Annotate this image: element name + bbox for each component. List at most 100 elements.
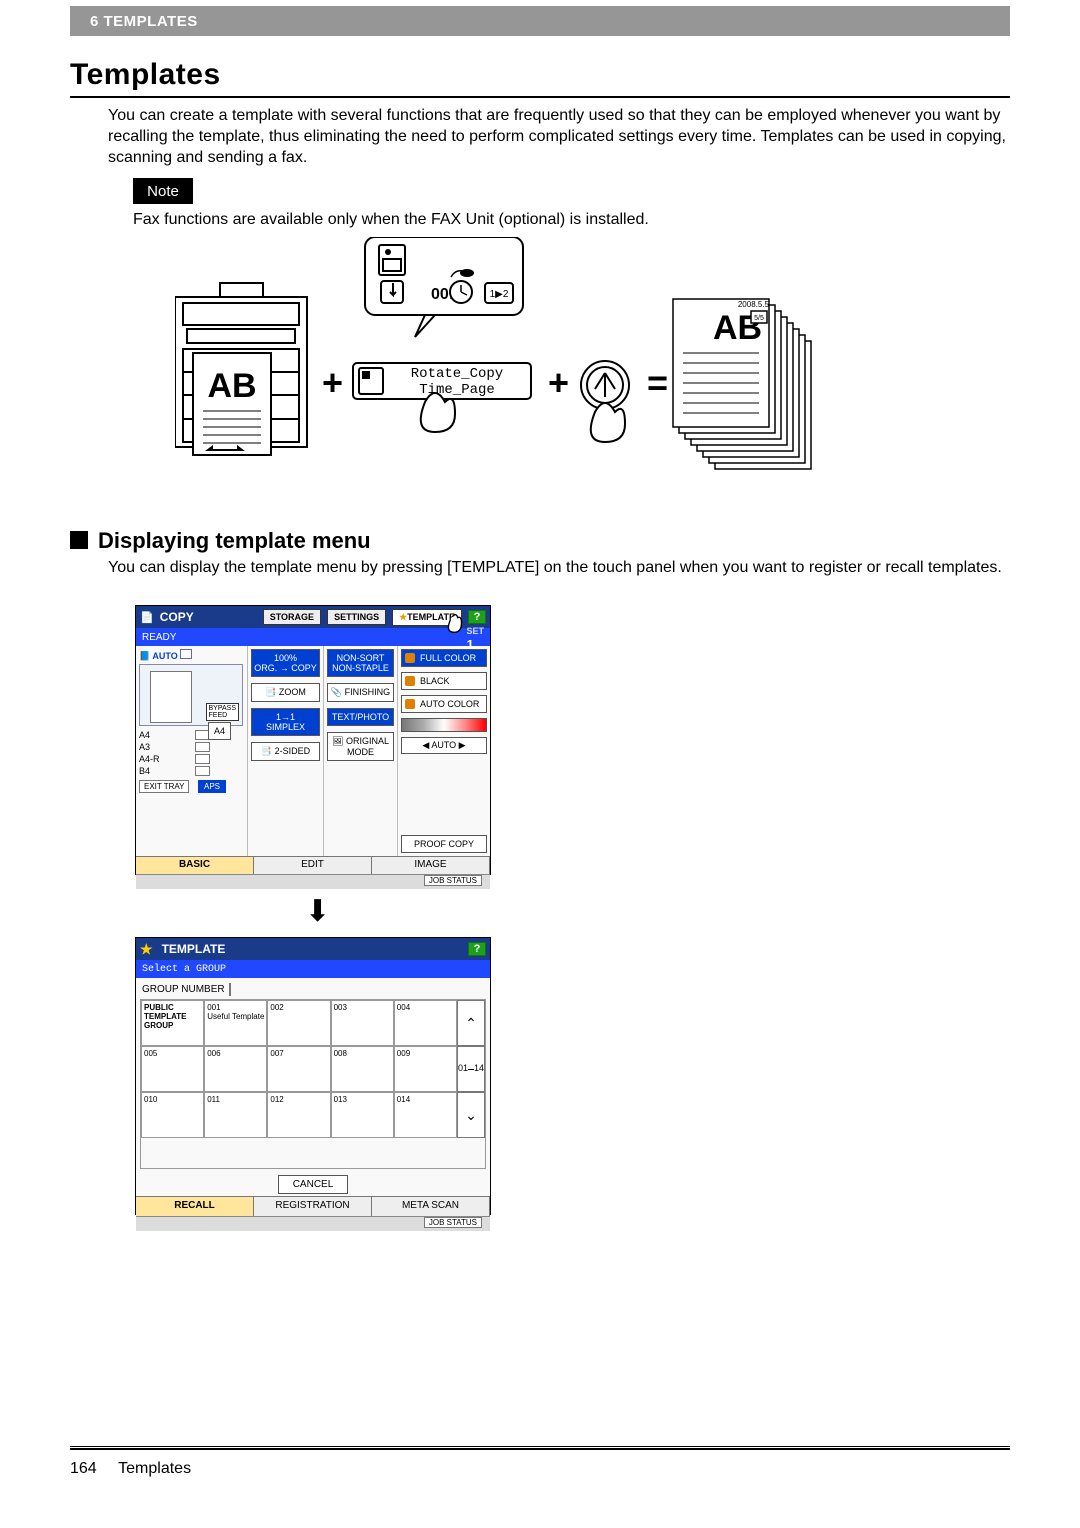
- proof-copy-button[interactable]: PROOF COPY: [401, 835, 487, 853]
- help-button[interactable]: ?: [468, 942, 486, 956]
- document-placeholder-text: AB: [207, 367, 256, 405]
- square-bullet-icon: [70, 531, 88, 549]
- paper-source-diagram[interactable]: [139, 664, 243, 726]
- subtitle: Select a GROUP: [142, 964, 226, 975]
- plus-icon: +: [548, 362, 569, 403]
- document-icon: 📄: [140, 611, 154, 624]
- group-number-label: GROUP NUMBER: [142, 984, 225, 995]
- group-cell-001[interactable]: 001Useful Template: [204, 1000, 267, 1046]
- simplex-display: 1→1 SIMPLEX: [251, 708, 320, 736]
- sort-display: NON-SORTNON-STAPLE: [327, 649, 394, 677]
- section-heading-text: Displaying template menu: [98, 528, 371, 553]
- svg-text:5/5: 5/5: [754, 315, 764, 322]
- exit-tray-button[interactable]: EXIT TRAY: [139, 780, 189, 793]
- arrow-down-icon: ⬇: [305, 894, 330, 929]
- note-badge: Note: [133, 178, 193, 204]
- note-text: Fax functions are available only when th…: [133, 211, 993, 229]
- registration-tab[interactable]: REGISTRATION: [254, 1196, 372, 1216]
- template-tab[interactable]: ★TEMPLATE: [392, 609, 462, 626]
- panel-title: TEMPLATE: [162, 942, 226, 956]
- footer-title: Templates: [118, 1460, 191, 1477]
- group-cell-013[interactable]: 013: [331, 1092, 394, 1138]
- group-cell-006[interactable]: 006: [204, 1046, 267, 1092]
- auto-density-button[interactable]: ◀ AUTO ▶: [401, 737, 487, 754]
- equals-icon: =: [647, 362, 668, 403]
- touchpanel-copy-screen: 📄 COPY STORAGE SETTINGS ★TEMPLATE ? READ…: [135, 605, 491, 875]
- page-number: 164: [70, 1460, 114, 1478]
- intro-paragraph: You can create a template with several f…: [108, 106, 1010, 168]
- group-cell-008[interactable]: 008: [331, 1046, 394, 1092]
- edit-tab[interactable]: EDIT: [254, 856, 372, 874]
- color-column: FULL COLOR BLACK AUTO COLOR ◀ AUTO ▶ PRO…: [398, 646, 490, 856]
- scroll-up-button[interactable]: ⌃: [457, 1000, 485, 1046]
- template-button-icon: Rotate_Copy Time_Page: [353, 363, 531, 399]
- original-mode-button[interactable]: 🖼 ORIGINAL MODE: [327, 732, 394, 761]
- panel-title: COPY: [160, 610, 194, 624]
- group-number-input[interactable]: [229, 983, 231, 996]
- group-cell-009[interactable]: 009: [394, 1046, 457, 1092]
- finishing-column: NON-SORTNON-STAPLE 📎 FINISHING TEXT/PHOT…: [324, 646, 398, 856]
- tap-hand-icon: [421, 393, 455, 432]
- zoom-ratio-display: 100%ORG. → COPY: [251, 649, 320, 677]
- template-workflow-diagram: AB + 00:00: [175, 237, 825, 472]
- svg-text:2008.5.5: 2008.5.5: [738, 300, 770, 309]
- template-group-grid: PUBLIC TEMPLATE GROUP 001Useful Template…: [140, 999, 486, 1169]
- autocolor-option[interactable]: AUTO COLOR: [401, 695, 487, 713]
- image-tab[interactable]: IMAGE: [372, 856, 490, 874]
- star-icon: ★: [140, 941, 153, 958]
- document-on-glass-icon: AB: [193, 353, 271, 455]
- cancel-button[interactable]: CANCEL: [278, 1175, 348, 1194]
- jobstatus-button[interactable]: JOB STATUS: [424, 875, 482, 886]
- status-callout-icon: 00:00 1▶2: [365, 237, 523, 337]
- paper-drawer-column: 📘 AUTO A4 A3 A4-R B4 A4 EXIT TRAY APS: [136, 646, 248, 856]
- bottom-tabs: BASIC EDIT IMAGE: [136, 856, 490, 874]
- basic-tab[interactable]: BASIC: [136, 856, 254, 874]
- jobstatus-button[interactable]: JOB STATUS: [424, 1217, 482, 1228]
- plus-icon: +: [322, 362, 343, 403]
- title-rule: [70, 96, 1010, 98]
- svg-text:1▶2: 1▶2: [490, 289, 509, 300]
- chapter-header-bar: 6 TEMPLATES: [70, 6, 1010, 36]
- start-button-icon: [581, 361, 629, 409]
- step-badge-icon: 1▶2: [485, 283, 513, 303]
- page-title: Templates: [70, 58, 221, 92]
- fullcolor-option[interactable]: FULL COLOR: [401, 649, 487, 667]
- bee-clock-icon: [450, 269, 474, 303]
- group-cell-012[interactable]: 012: [267, 1092, 330, 1138]
- textphoto-display: TEXT/PHOTO: [327, 708, 394, 726]
- group-cell-007[interactable]: 007: [267, 1046, 330, 1092]
- storage-tab[interactable]: STORAGE: [263, 609, 321, 625]
- star-icon: ★: [399, 612, 407, 622]
- side-size[interactable]: A4: [208, 722, 231, 740]
- two-sided-button[interactable]: 📑 2-SIDED: [251, 742, 320, 761]
- tap-hand-icon: [445, 614, 467, 636]
- density-slider[interactable]: [401, 718, 487, 732]
- group-cell-public[interactable]: PUBLIC TEMPLATE GROUP: [141, 1000, 204, 1046]
- group-cell-014[interactable]: 014: [394, 1092, 457, 1138]
- section-paragraph: You can display the template menu by pre…: [108, 558, 1010, 579]
- recall-tab[interactable]: RECALL: [136, 1196, 254, 1216]
- ready-status: READY: [142, 632, 176, 643]
- settings-tab[interactable]: SETTINGS: [327, 609, 386, 625]
- zoom-button[interactable]: 📑 ZOOM: [251, 683, 320, 702]
- page-footer: 164 Templates: [70, 1460, 191, 1478]
- touchpanel-template-screen: ★ TEMPLATE ? Select a GROUP GROUP NUMBER…: [135, 937, 491, 1215]
- template-button-line1: Rotate_Copy: [411, 366, 503, 382]
- black-option[interactable]: BLACK: [401, 672, 487, 690]
- group-cell-011[interactable]: 011: [204, 1092, 267, 1138]
- finishing-button[interactable]: 📎 FINISHING: [327, 683, 394, 702]
- footer-rule: [70, 1446, 1010, 1450]
- scroll-down-button[interactable]: ⌄: [457, 1092, 485, 1138]
- tap-hand-icon: [591, 403, 625, 442]
- output-stack-icon: AB 2008.5.5 5/5: [673, 299, 811, 469]
- zoom-column: 100%ORG. → COPY 📑 ZOOM 1→1 SIMPLEX 📑 2-S…: [248, 646, 324, 856]
- group-cell-005[interactable]: 005: [141, 1046, 204, 1092]
- aps-button[interactable]: APS: [198, 780, 226, 793]
- group-cell-002[interactable]: 002: [267, 1000, 330, 1046]
- metascan-tab[interactable]: META SCAN: [372, 1196, 490, 1216]
- group-cell-004[interactable]: 004: [394, 1000, 457, 1046]
- bottom-tabs: RECALL REGISTRATION META SCAN: [136, 1196, 490, 1216]
- section-heading: Displaying template menu: [70, 528, 371, 554]
- group-cell-010[interactable]: 010: [141, 1092, 204, 1138]
- group-cell-003[interactable]: 003: [331, 1000, 394, 1046]
